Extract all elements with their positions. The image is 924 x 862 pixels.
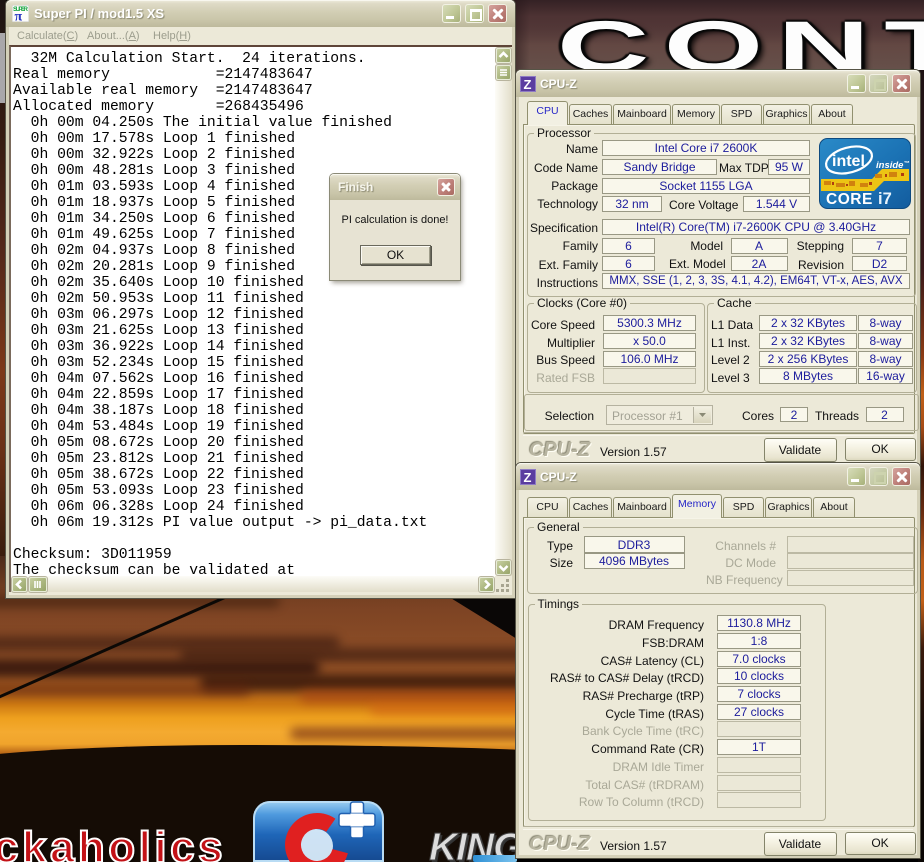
svg-text:i7: i7	[878, 190, 892, 208]
svg-text:Z: Z	[524, 77, 532, 92]
svg-text:π: π	[15, 10, 23, 23]
svg-text:CORE: CORE	[826, 191, 873, 208]
svg-text:intel: intel	[832, 153, 865, 170]
svg-text:Z: Z	[524, 470, 532, 485]
